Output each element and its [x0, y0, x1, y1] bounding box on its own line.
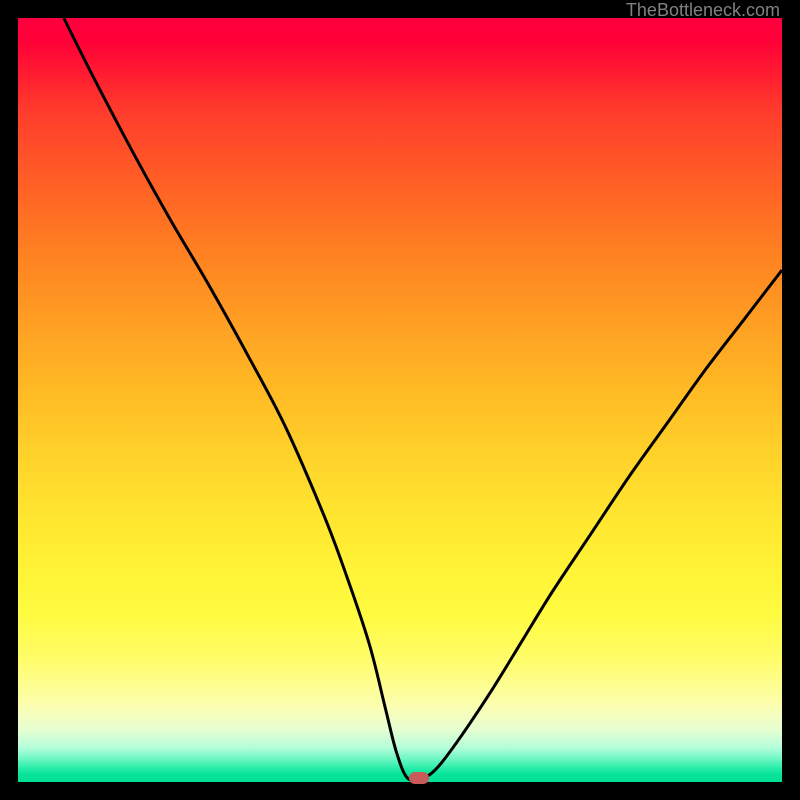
chart-container: TheBottleneck.com	[0, 0, 800, 800]
watermark-text: TheBottleneck.com	[626, 0, 780, 21]
bottleneck-marker	[409, 772, 429, 784]
gradient-plot-area	[18, 18, 782, 782]
